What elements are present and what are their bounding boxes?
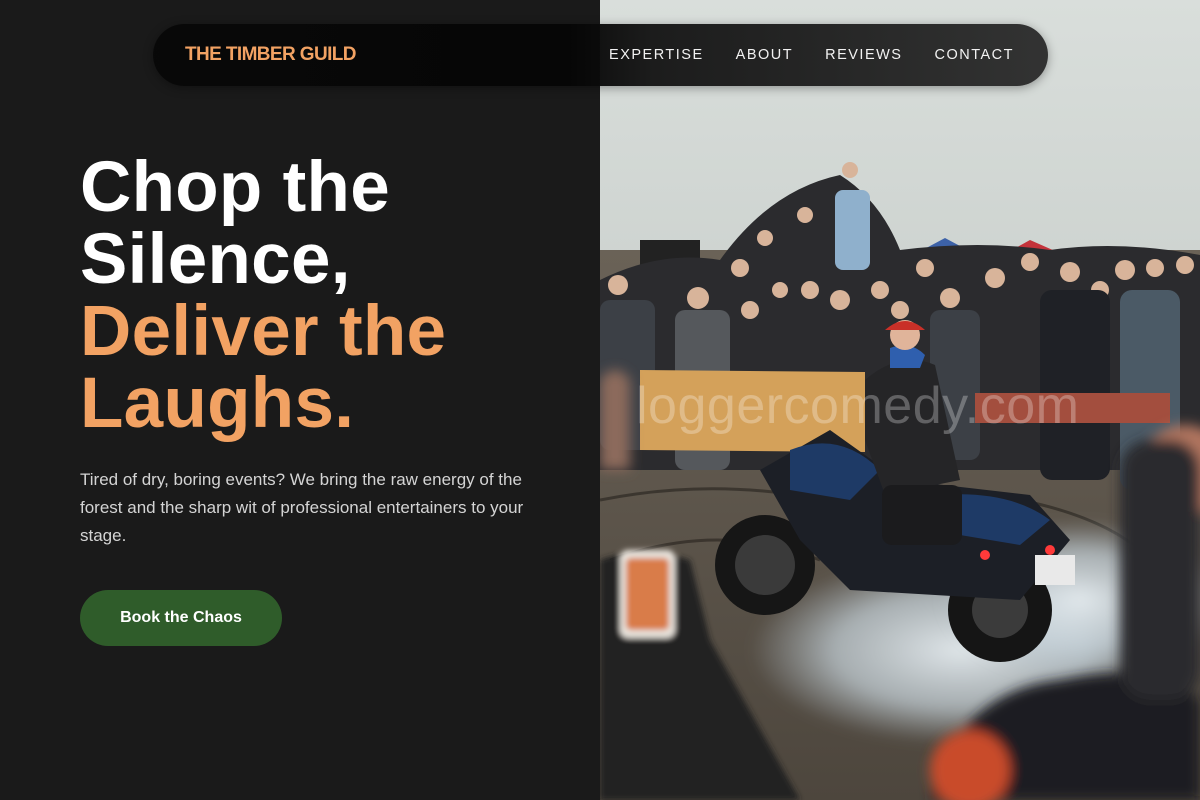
hero-photo [600, 0, 1200, 800]
nav-links: EXPERTISE ABOUT REVIEWS CONTACT [609, 24, 1014, 86]
nav-link-expertise[interactable]: EXPERTISE [609, 47, 704, 63]
book-the-chaos-button[interactable]: Book the Chaos [80, 590, 282, 646]
hero-headline: Chop the Silence, Deliver the Laughs. [80, 152, 446, 440]
headline-line: Chop the [80, 148, 391, 227]
hero-subtitle: Tired of dry, boring events? We bring th… [80, 470, 524, 545]
headline-accent-line: Laughs. [80, 364, 355, 443]
headline-line: Silence, [80, 220, 351, 299]
nav-link-contact[interactable]: CONTACT [934, 47, 1014, 63]
headline-accent-line: Deliver the [80, 292, 447, 371]
brand-logo[interactable]: THE TIMBER GUILD [185, 24, 357, 86]
top-navbar: THE TIMBER GUILD EXPERTISE ABOUT REVIEWS… [153, 24, 1048, 86]
motorcycle-burnout-image [600, 0, 1200, 800]
nav-link-about[interactable]: ABOUT [736, 47, 793, 63]
nav-link-reviews[interactable]: REVIEWS [825, 47, 902, 63]
